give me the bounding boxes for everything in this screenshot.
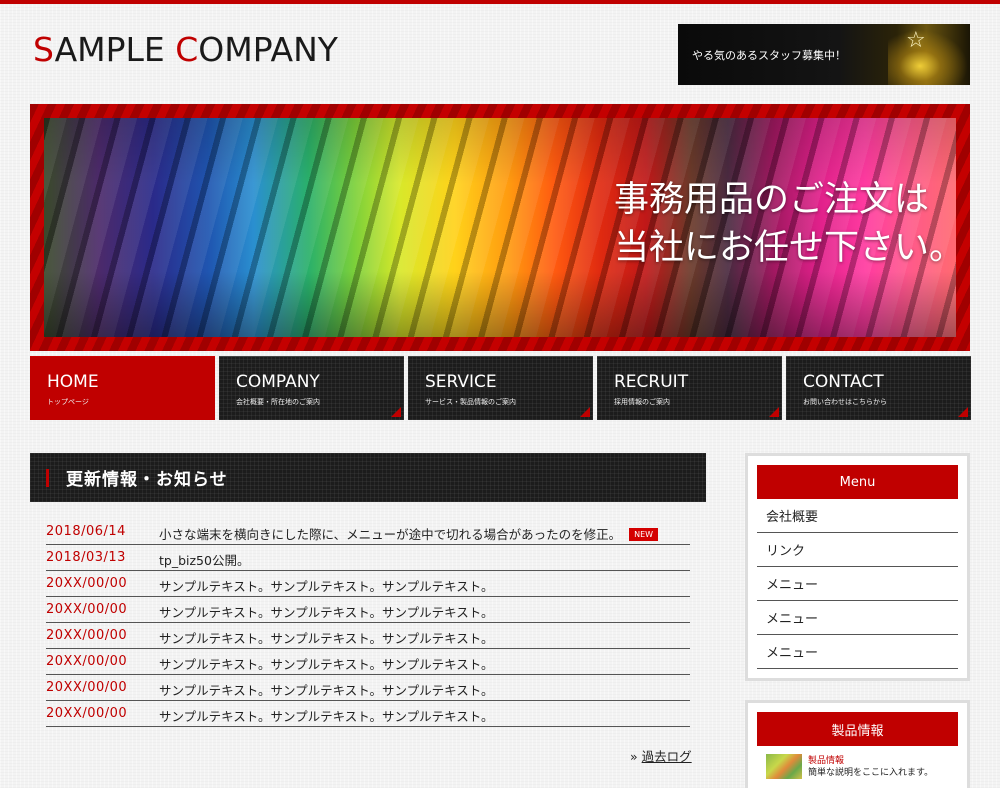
news-heading-text: 更新情報・お知らせ (66, 470, 228, 490)
news-row: 2018/06/14 小さな端末を横向きにした際に、メニューが途中で切れる場合が… (46, 519, 690, 545)
news-list: 2018/06/14 小さな端末を横向きにした際に、メニューが途中で切れる場合が… (46, 519, 690, 727)
news-text: サンプルテキスト。サンプルテキスト。サンプルテキスト。 (159, 631, 494, 646)
nav-service-sub: サービス・製品情報のご案内 (425, 398, 516, 406)
past-log: » 過去ログ (630, 746, 692, 765)
banner-glow (888, 30, 968, 85)
news-heading: 更新情報・お知らせ (30, 453, 706, 502)
hero-catch-line-1: 事務用品のご注文は (614, 180, 930, 220)
hero-banner: 事務用品のご注文は 当社にお任せ下さい。 (30, 104, 970, 351)
nav-service-label: SERVICE (425, 372, 497, 392)
star-icon: ☆ (906, 28, 926, 53)
product-item[interactable]: 製品情報 簡単な説明をここに入れます。 (766, 752, 956, 780)
news-text-content: 小さな端末を横向きにした際に、メニューが途中で切れる場合があったのを修正。 (159, 527, 622, 542)
news-text: tp_biz50公開。 (159, 553, 250, 568)
news-date: 2018/03/13 (46, 550, 126, 565)
nav-service[interactable]: SERVICE サービス・製品情報のご案内 (408, 356, 593, 420)
nav-home[interactable]: HOME トップページ (30, 356, 215, 420)
nav-recruit-label: RECRUIT (614, 372, 689, 392)
recruit-banner[interactable]: ☆ やる気のあるスタッフ募集中！ (678, 24, 970, 85)
nav-contact-sub: お問い合わせはこちらから (803, 398, 887, 406)
news-text: サンプルテキスト。サンプルテキスト。サンプルテキスト。 (159, 683, 494, 698)
nav-home-label: HOME (47, 372, 99, 392)
recruit-banner-text: やる気のあるスタッフ募集中！ (692, 48, 846, 62)
nav-contact[interactable]: CONTACT お問い合わせはこちらから (786, 356, 971, 420)
news-text: サンプルテキスト。サンプルテキスト。サンプルテキスト。 (159, 605, 494, 620)
product-thumbnail (766, 754, 802, 779)
sidebar-item-label[interactable]: メニュー (766, 642, 818, 661)
nav-home-sub: トップページ (47, 398, 89, 406)
news-row: 20XX/00/00 サンプルテキスト。サンプルテキスト。サンプルテキスト。 (46, 675, 690, 701)
news-text: 小さな端末を横向きにした際に、メニューが途中で切れる場合があったのを修正。 NEW (159, 524, 659, 543)
news-text: サンプルテキスト。サンプルテキスト。サンプルテキスト。 (159, 657, 494, 672)
new-badge: NEW (629, 528, 659, 541)
site-logo[interactable]: SAMPLE COMPANY (33, 30, 338, 69)
heading-accent-bar (46, 469, 49, 487)
past-log-link[interactable]: 過去ログ (642, 749, 692, 764)
sidebar-item-label[interactable]: メニュー (766, 608, 818, 627)
news-date: 20XX/00/00 (46, 628, 128, 643)
nav-recruit[interactable]: RECRUIT 採用情報のご案内 (597, 356, 782, 420)
news-row: 20XX/00/00 サンプルテキスト。サンプルテキスト。サンプルテキスト。 (46, 623, 690, 649)
nav-company-sub: 会社概要・所在地のご案内 (236, 398, 320, 406)
news-date: 20XX/00/00 (46, 680, 128, 695)
sidebar-item-menu[interactable]: メニュー (757, 567, 958, 601)
sidebar-item-label[interactable]: リンク (766, 540, 805, 559)
nav-company[interactable]: COMPANY 会社概要・所在地のご案内 (219, 356, 404, 420)
nav-company-label: COMPANY (236, 372, 320, 392)
sidebar-item-menu[interactable]: メニュー (757, 601, 958, 635)
sidebar-menu: Menu 会社概要 リンク メニュー メニュー メニュー (745, 453, 970, 681)
news-row: 2018/03/13 tp_biz50公開。 (46, 545, 690, 571)
corner-triangle-icon (580, 407, 590, 417)
main-nav: HOME トップページ COMPANY 会社概要・所在地のご案内 SERVICE… (30, 356, 971, 420)
hero-catchcopy: 事務用品のご注文は 当社にお任せ下さい。 (614, 176, 964, 272)
sidebar-products-title: 製品情報 (757, 712, 958, 746)
top-accent-line (0, 0, 1000, 4)
sidebar-menu-title: Menu (757, 465, 958, 499)
nav-contact-label: CONTACT (803, 372, 884, 392)
news-text: サンプルテキスト。サンプルテキスト。サンプルテキスト。 (159, 709, 494, 724)
logo-text-ompany: OMPANY (198, 30, 338, 69)
product-description: 簡単な説明をここに入れます。 (808, 768, 934, 778)
news-date: 20XX/00/00 (46, 706, 128, 721)
sidebar-item-link[interactable]: リンク (757, 533, 958, 567)
corner-triangle-icon (769, 407, 779, 417)
news-text: サンプルテキスト。サンプルテキスト。サンプルテキスト。 (159, 579, 494, 594)
nav-recruit-sub: 採用情報のご案内 (614, 398, 670, 406)
corner-triangle-icon (391, 407, 401, 417)
logo-initial-s: S (33, 30, 55, 69)
news-date: 2018/06/14 (46, 524, 126, 539)
corner-triangle-icon (958, 407, 968, 417)
news-date: 20XX/00/00 (46, 602, 128, 617)
sidebar-item-label[interactable]: メニュー (766, 574, 818, 593)
news-row: 20XX/00/00 サンプルテキスト。サンプルテキスト。サンプルテキスト。 (46, 597, 690, 623)
sidebar-menu-list: 会社概要 リンク メニュー メニュー メニュー (757, 499, 958, 669)
hero-catch-line-2: 当社にお任せ下さい。 (614, 228, 965, 268)
sidebar-item-company[interactable]: 会社概要 (757, 499, 958, 533)
sidebar-item-label[interactable]: 会社概要 (766, 506, 818, 525)
logo-initial-c: C (175, 30, 199, 69)
sidebar-products: 製品情報 製品情報 簡単な説明をここに入れます。 (745, 700, 970, 788)
sidebar-item-menu[interactable]: メニュー (757, 635, 958, 669)
logo-text-ample: AMPLE (54, 30, 176, 69)
news-row: 20XX/00/00 サンプルテキスト。サンプルテキスト。サンプルテキスト。 (46, 649, 690, 675)
news-date: 20XX/00/00 (46, 576, 128, 591)
news-row: 20XX/00/00 サンプルテキスト。サンプルテキスト。サンプルテキスト。 (46, 701, 690, 727)
past-log-arrow-icon: » (630, 749, 638, 764)
news-row: 20XX/00/00 サンプルテキスト。サンプルテキスト。サンプルテキスト。 (46, 571, 690, 597)
news-date: 20XX/00/00 (46, 654, 128, 669)
